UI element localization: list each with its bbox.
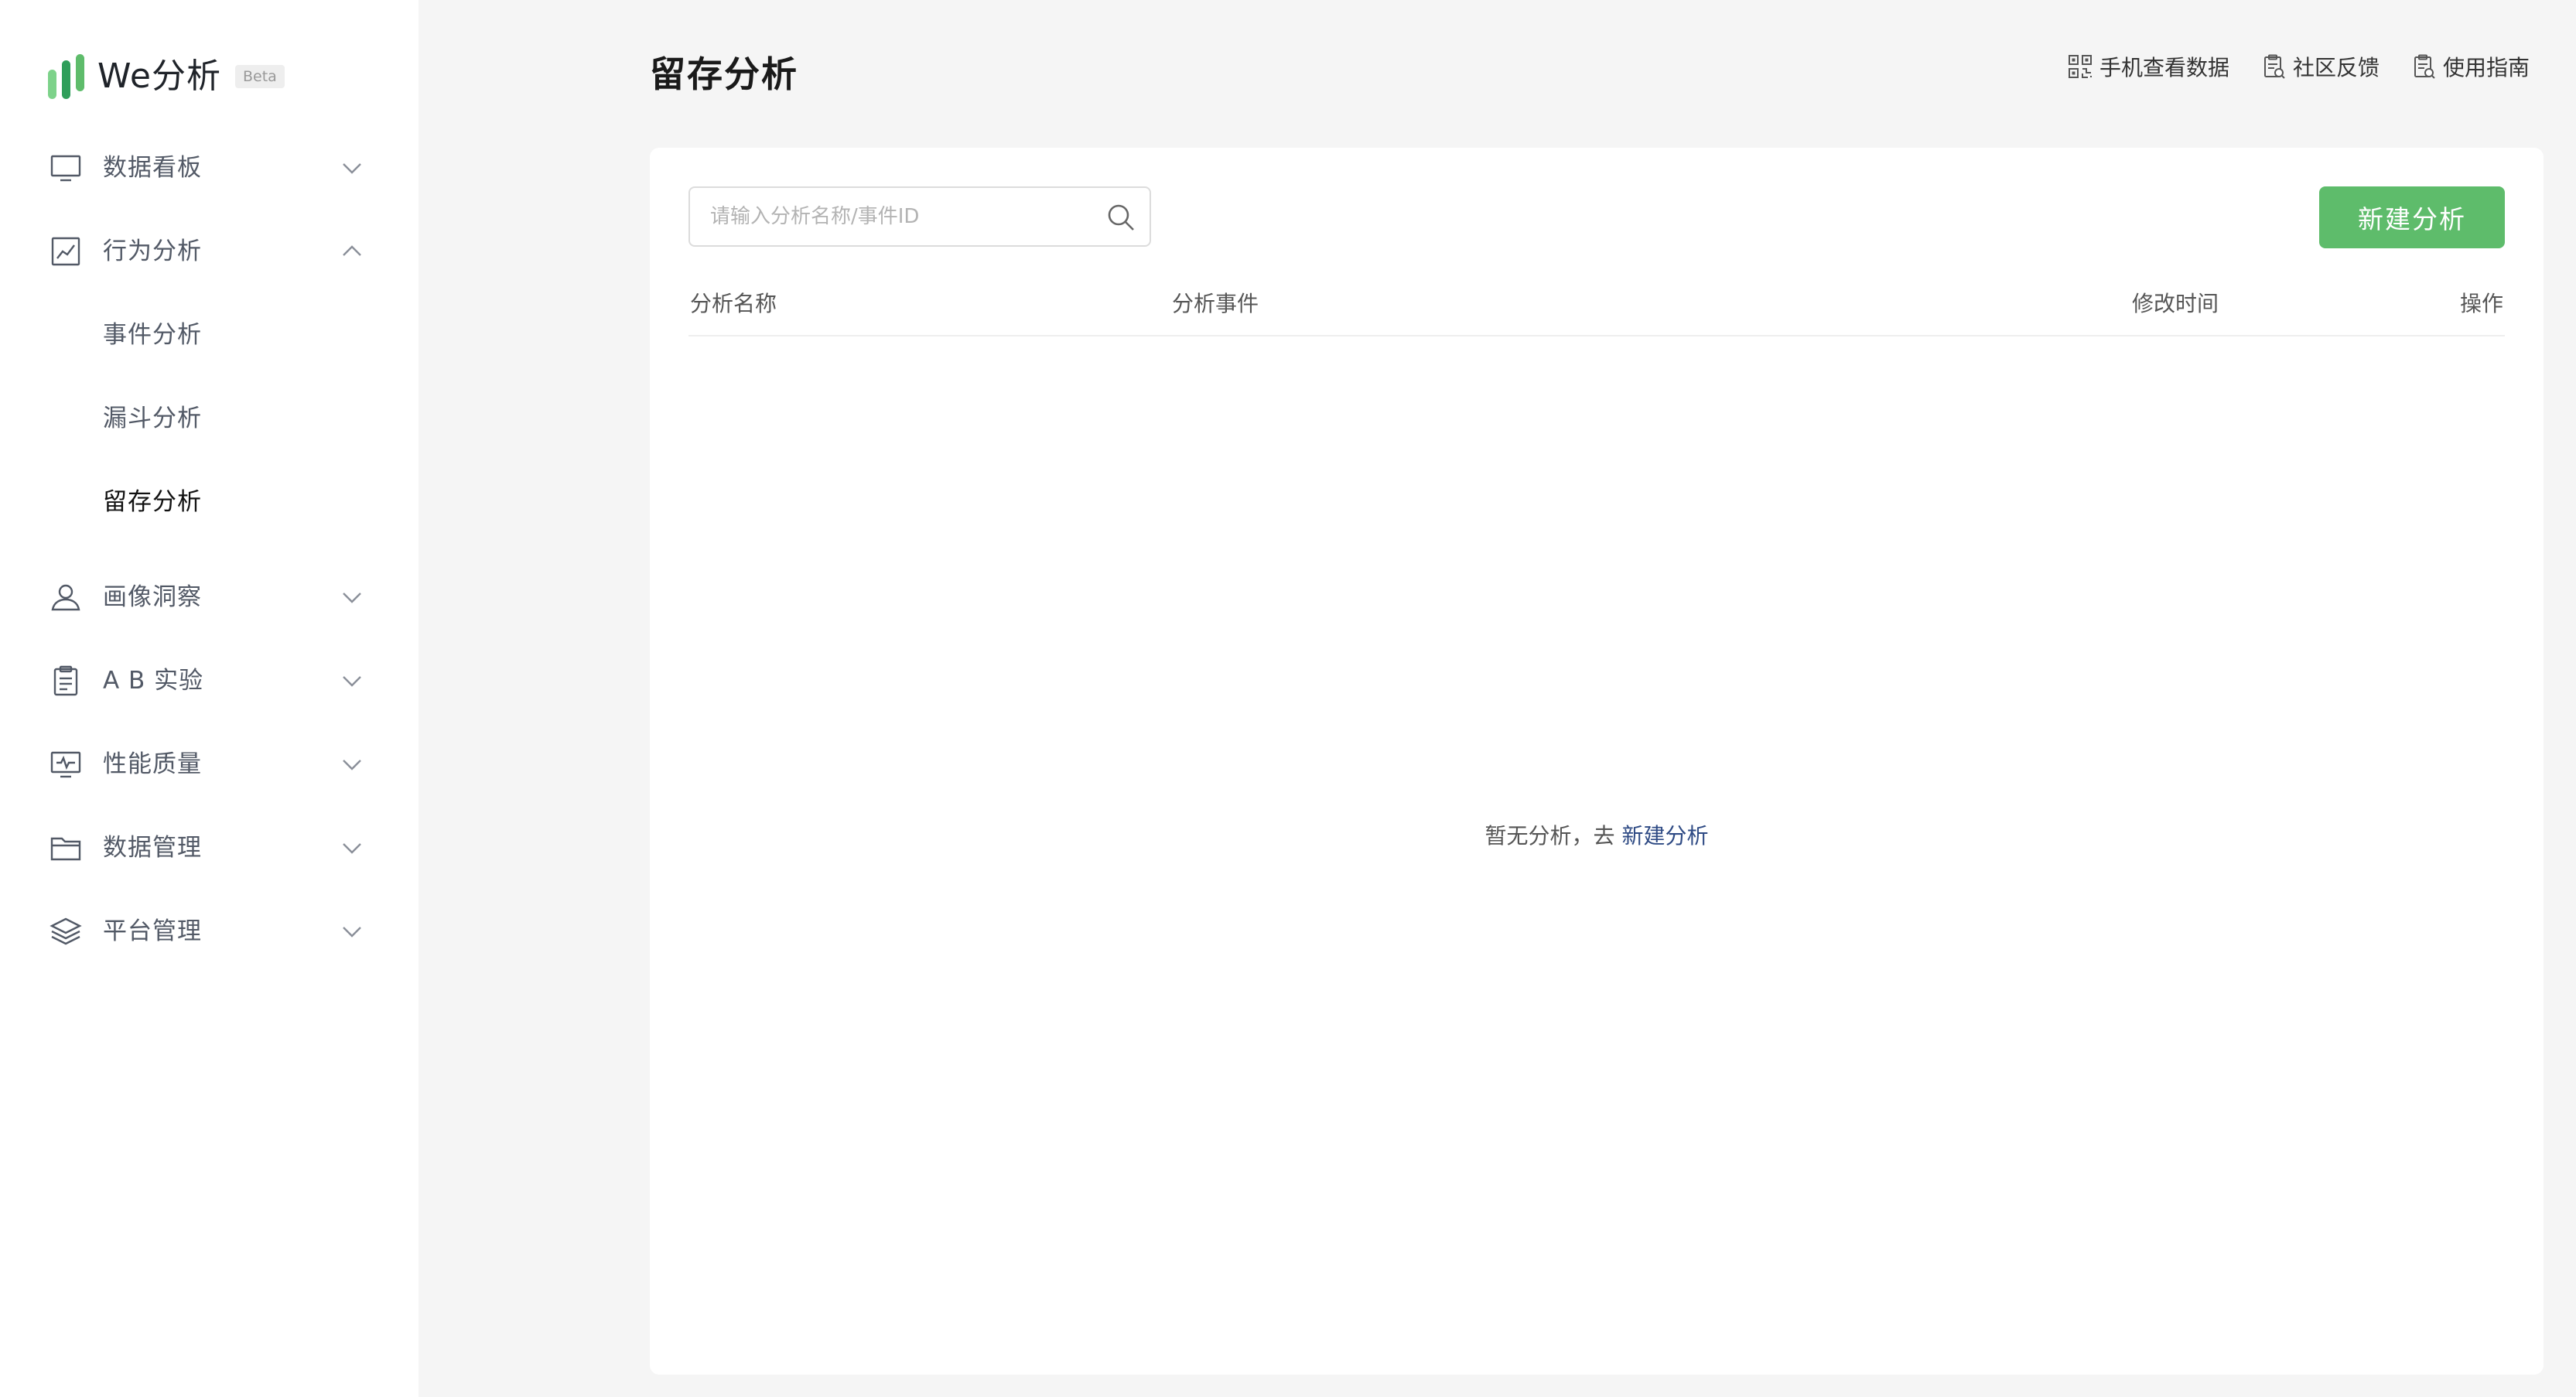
chevron-up-icon bbox=[343, 245, 361, 256]
qr-code-icon bbox=[2068, 55, 2092, 78]
sidebar-item-label: 数据看板 bbox=[103, 154, 202, 182]
column-header-event[interactable]: 分析事件 bbox=[1172, 289, 1259, 319]
sidebar-item-label: 数据管理 bbox=[103, 834, 202, 862]
chevron-down-icon bbox=[343, 593, 361, 603]
chevron-down-icon bbox=[343, 760, 361, 770]
monitor-icon bbox=[50, 155, 81, 182]
sidebar-item-label: 事件分析 bbox=[103, 321, 202, 349]
chevron-down-icon bbox=[343, 163, 361, 174]
beta-badge: Beta bbox=[235, 65, 285, 88]
empty-state-new-analysis-link[interactable]: 新建分析 bbox=[1621, 823, 1708, 849]
logo-icon bbox=[48, 54, 84, 99]
chevron-down-icon bbox=[343, 676, 361, 687]
mobile-view-link[interactable]: 手机查看数据 bbox=[2067, 51, 2229, 82]
pulse-monitor-icon bbox=[50, 751, 81, 778]
new-analysis-button[interactable]: 新建分析 bbox=[2319, 186, 2505, 248]
layers-icon bbox=[50, 917, 82, 945]
clipboard-icon bbox=[53, 665, 78, 696]
search-icon[interactable] bbox=[1106, 203, 1136, 232]
sidebar-item-label: 画像洞察 bbox=[103, 583, 202, 611]
community-feedback-link[interactable]: 社区反馈 bbox=[2260, 51, 2380, 82]
user-guide-link[interactable]: 使用指南 bbox=[2410, 51, 2530, 82]
sidebar-item-label: 平台管理 bbox=[103, 917, 202, 945]
sidebar-item-data-management[interactable]: 数据管理 bbox=[0, 817, 419, 879]
header-links: 手机查看数据 社区反馈 使用指南 bbox=[2036, 51, 2530, 82]
search-box bbox=[688, 186, 1151, 247]
feedback-icon bbox=[2263, 54, 2285, 79]
sidebar-item-ab-test[interactable]: A B 实验 bbox=[0, 650, 419, 712]
analysis-list-card: 新建分析 分析名称 分析事件 修改时间 操作 暂无分析，去 新建分析 bbox=[650, 148, 2544, 1375]
community-feedback-label: 社区反馈 bbox=[2292, 55, 2380, 80]
sidebar-item-persona[interactable]: 画像洞察 bbox=[0, 566, 419, 628]
guide-icon bbox=[2414, 54, 2435, 79]
sidebar-item-performance[interactable]: 性能质量 bbox=[0, 733, 419, 795]
chevron-down-icon bbox=[343, 843, 361, 854]
column-header-modified-time[interactable]: 修改时间 bbox=[2132, 289, 2219, 319]
sidebar-item-behavior[interactable]: 行为分析 bbox=[0, 220, 419, 282]
sidebar-item-label: 漏斗分析 bbox=[103, 405, 202, 432]
sidebar-item-platform-management[interactable]: 平台管理 bbox=[0, 900, 419, 962]
sidebar-subitem-retention-analysis[interactable]: 留存分析 bbox=[0, 471, 419, 533]
search-input[interactable] bbox=[709, 204, 1083, 229]
page-title: 留存分析 bbox=[650, 53, 798, 95]
column-header-name[interactable]: 分析名称 bbox=[690, 289, 777, 319]
sidebar: We分析 Beta 数据看板 行为分析 事件分析 漏斗分析 留存分析 画像洞察 … bbox=[0, 0, 419, 1397]
user-guide-label: 使用指南 bbox=[2442, 55, 2530, 80]
sidebar-item-dashboard[interactable]: 数据看板 bbox=[0, 137, 419, 199]
sidebar-subitem-funnel-analysis[interactable]: 漏斗分析 bbox=[0, 388, 419, 449]
empty-state-text: 暂无分析，去 bbox=[1484, 823, 1622, 849]
chevron-down-icon bbox=[343, 927, 361, 938]
user-icon bbox=[51, 584, 80, 611]
mobile-view-label: 手机查看数据 bbox=[2099, 55, 2229, 80]
column-header-actions[interactable]: 操作 bbox=[2460, 289, 2503, 319]
sidebar-item-label: 行为分析 bbox=[103, 237, 202, 265]
sidebar-item-label: 留存分析 bbox=[103, 488, 202, 516]
sidebar-item-label: 性能质量 bbox=[103, 750, 202, 778]
sidebar-subitem-event-analysis[interactable]: 事件分析 bbox=[0, 304, 419, 366]
app-logo[interactable]: We分析 Beta bbox=[46, 53, 285, 101]
table-header: 分析名称 分析事件 修改时间 操作 bbox=[688, 279, 2505, 336]
folder-icon bbox=[50, 837, 81, 861]
sidebar-item-label: A B 实验 bbox=[103, 667, 204, 695]
empty-state: 暂无分析，去 新建分析 bbox=[650, 821, 2544, 852]
line-chart-icon bbox=[51, 237, 80, 266]
logo-text: We分析 bbox=[97, 56, 221, 96]
